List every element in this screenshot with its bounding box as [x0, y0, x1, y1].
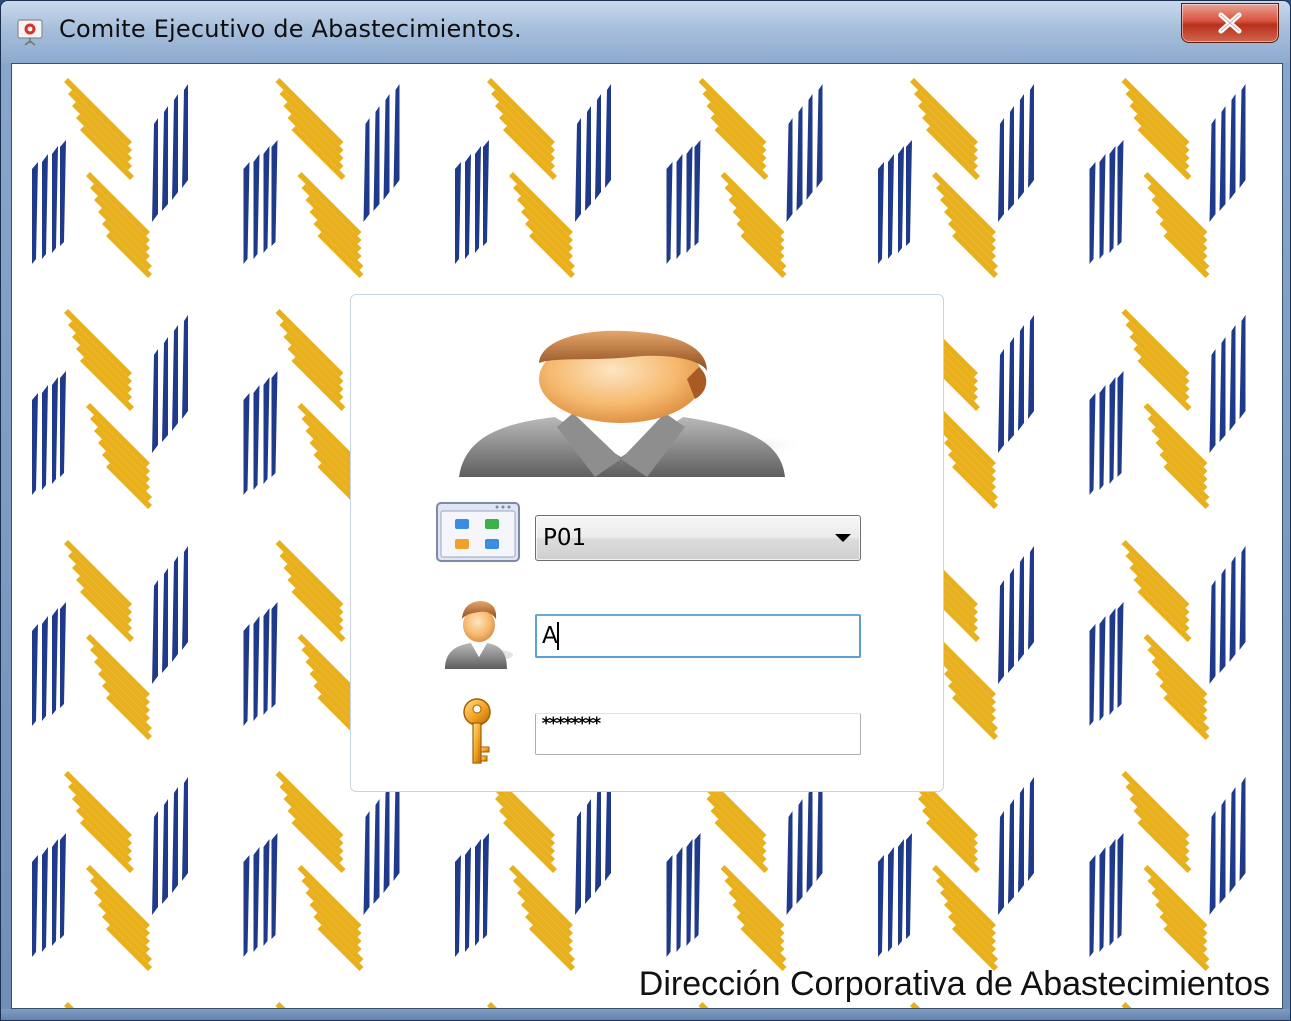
key-icon	[463, 698, 491, 764]
footer-organization-label: Dirección Corporativa de Abastecimientos	[638, 965, 1270, 1003]
database-select-value: P01	[543, 525, 587, 551]
user-avatar-icon	[459, 330, 795, 477]
close-icon	[1218, 12, 1242, 34]
login-panel: P01 A ********	[350, 294, 944, 792]
password-input-value: ********	[541, 714, 602, 734]
database-icon	[436, 502, 520, 562]
app-window: Comite Ejecutivo de Abastecimientos. P01…	[0, 0, 1291, 1021]
title-bar[interactable]: Comite Ejecutivo de Abastecimientos.	[1, 1, 1290, 63]
text-caret	[557, 622, 559, 650]
database-select[interactable]: P01	[535, 515, 861, 561]
password-input[interactable]: ********	[535, 713, 861, 755]
window-bottom-border	[1, 1009, 1290, 1020]
username-input[interactable]: A	[535, 614, 861, 658]
username-input-value: A	[542, 623, 558, 649]
presentation-icon[interactable]	[15, 17, 45, 47]
chevron-down-icon[interactable]	[835, 534, 851, 542]
login-form: P01 A ******** Dirección Corporativa de …	[11, 63, 1283, 1009]
user-icon	[445, 601, 513, 669]
window-title: Comite Ejecutivo de Abastecimientos.	[59, 15, 522, 43]
close-button[interactable]	[1181, 3, 1279, 43]
